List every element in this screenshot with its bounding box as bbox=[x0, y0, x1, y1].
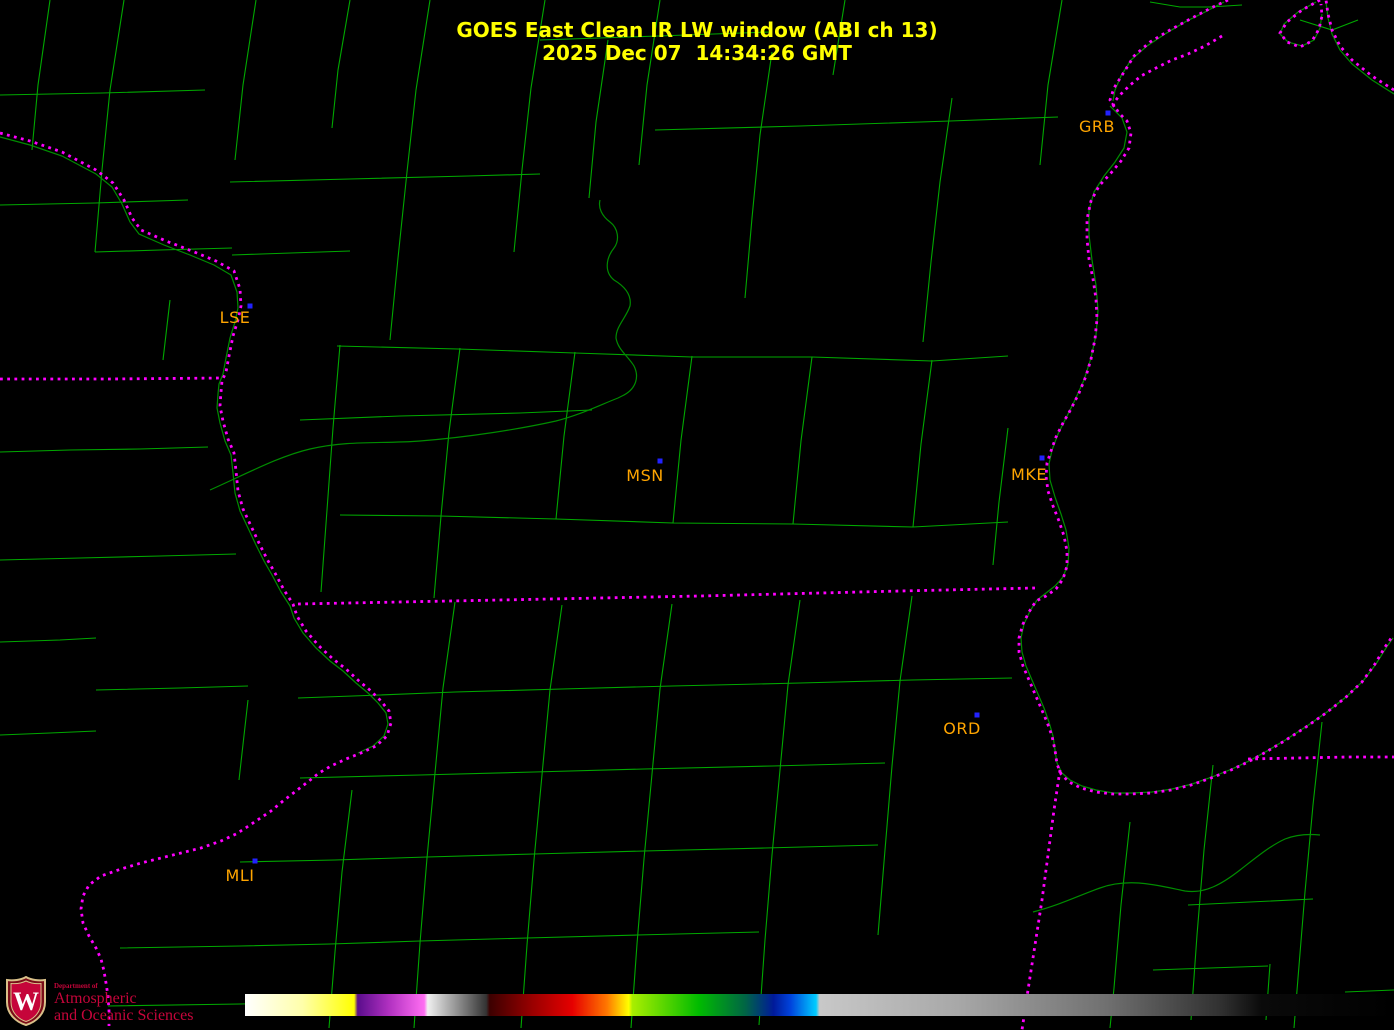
wi-il-border bbox=[297, 586, 1036, 606]
state-borders-layer bbox=[0, 0, 1394, 1030]
satellite-image-frame: GOES East Clean IR LW window (ABI ch 13)… bbox=[0, 0, 1394, 1030]
station-marker-grb bbox=[1105, 110, 1111, 116]
station-marker-ord bbox=[974, 712, 980, 718]
station-label-grb: GRB bbox=[1079, 117, 1115, 136]
station-label-mli: MLI bbox=[225, 866, 255, 885]
lake-michigan-shoreline bbox=[1017, 34, 1394, 796]
mn-ia-border bbox=[0, 376, 223, 381]
logo-text: Department of Atmospheric and Oceanic Sc… bbox=[54, 976, 193, 1024]
mississippi-river-border bbox=[0, 131, 393, 1026]
station-marker-mli bbox=[252, 858, 258, 864]
il-in-border bbox=[1020, 769, 1062, 1030]
rivers-shorelines-layer bbox=[0, 1, 1394, 913]
station-marker-msn bbox=[657, 458, 663, 464]
logo-name-line1: Atmospheric bbox=[54, 990, 137, 1007]
uw-aos-logo: W Department of Atmospheric and Oceanic … bbox=[6, 976, 193, 1026]
title-line2: 2025 Dec 07 14:34:26 GMT bbox=[542, 41, 852, 65]
title-line1: GOES East Clean IR LW window (ABI ch 13) bbox=[456, 18, 938, 42]
station-label-msn: MSN bbox=[626, 466, 664, 485]
image-title: GOES East Clean IR LW window (ABI ch 13)… bbox=[0, 19, 1394, 65]
logo-name-line2: and Oceanic Sciences bbox=[54, 1007, 194, 1024]
station-label-mke: MKE bbox=[1011, 465, 1047, 484]
logo-dept-line: Department of bbox=[54, 982, 98, 990]
station-marker-mke bbox=[1039, 455, 1045, 461]
colorbar bbox=[245, 994, 1394, 1016]
in-mi-border bbox=[1247, 755, 1394, 761]
svg-text:W: W bbox=[13, 987, 39, 1016]
station-label-lse: LSE bbox=[219, 308, 251, 327]
station-label-ord: ORD bbox=[943, 719, 981, 738]
map-svg bbox=[0, 0, 1394, 1030]
county-boundaries-layer bbox=[0, 0, 1394, 1029]
uw-crest-shield-icon: W bbox=[6, 976, 46, 1026]
